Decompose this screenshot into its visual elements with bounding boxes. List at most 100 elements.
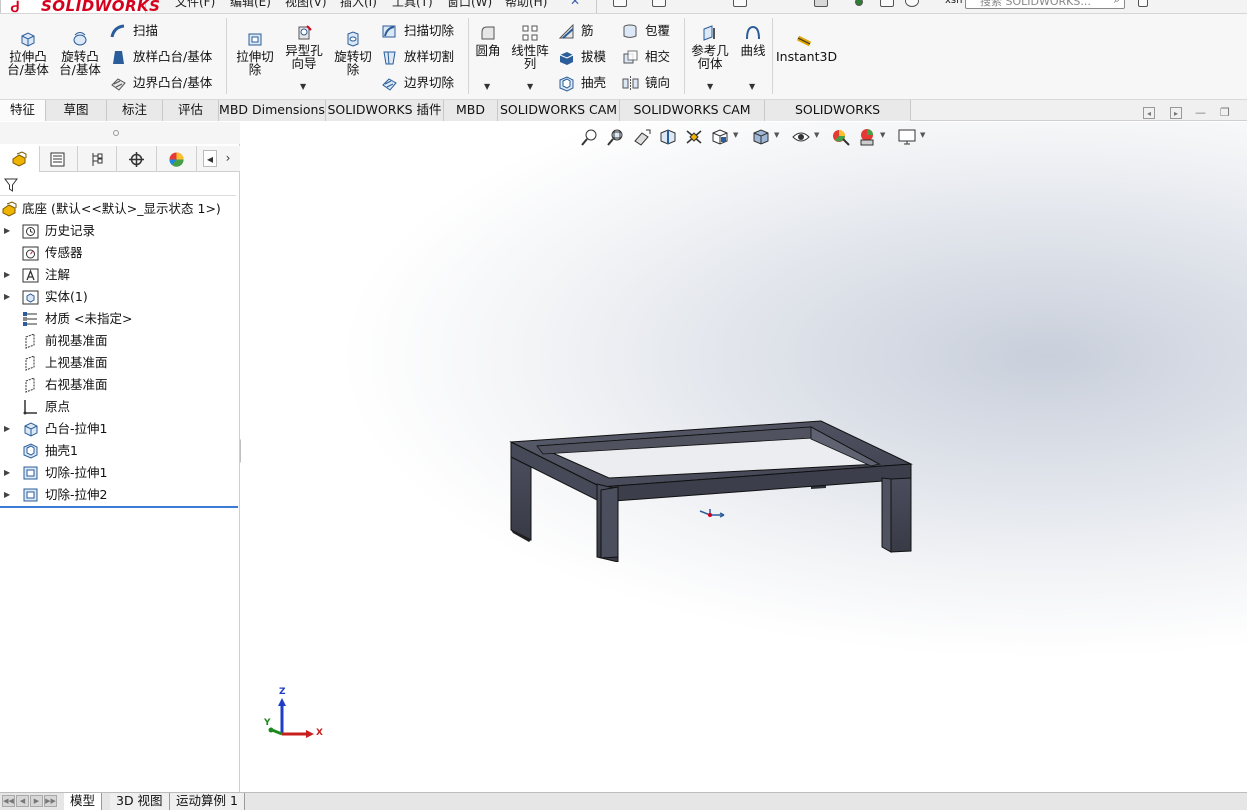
hole-wizard-button[interactable]: 异型孔 向导 [281, 24, 327, 70]
apply-scene-icon[interactable] [857, 127, 877, 147]
extrude-cut-button[interactable]: 拉伸切 除 [233, 30, 277, 76]
zoom-to-area-icon[interactable] [606, 127, 626, 147]
minimize-icon[interactable]: — [1195, 107, 1207, 119]
tab-solidworks-cam-tbm[interactable]: SOLIDWORKS CAM TBM [620, 100, 765, 137]
panel-scroll-right-icon[interactable]: › [221, 150, 235, 167]
linear-pattern-button[interactable]: 线性阵 列 [508, 24, 552, 70]
options-gear-icon[interactable] [905, 0, 919, 7]
view-settings-dropdown-icon[interactable]: ▼ [920, 131, 925, 139]
display-style-dropdown-icon[interactable]: ▼ [774, 131, 779, 139]
instant3d-button[interactable]: Instant3D [776, 30, 837, 63]
loft-boss-button[interactable]: 放样凸台/基体 [110, 48, 212, 66]
tab-solidworks-addins[interactable]: SOLIDWORKS 插件 [326, 100, 444, 121]
expand-arrow-icon[interactable]: ▶ [4, 462, 12, 484]
tab-motion-study-1[interactable]: 运动算例 1 [170, 793, 245, 810]
tab-mbd[interactable]: MBD [444, 100, 498, 121]
panel-grip[interactable] [0, 122, 240, 144]
select-icon[interactable] [814, 0, 828, 7]
rebuild-icon[interactable] [855, 0, 863, 6]
help-icon[interactable] [1138, 0, 1148, 7]
tab-dimxpert-manager[interactable] [117, 146, 157, 172]
reference-geometry-button[interactable]: 参考几 何体 [688, 24, 732, 70]
restore-tile-icon[interactable]: ◂ [1143, 107, 1155, 119]
file-properties-icon[interactable] [880, 0, 894, 7]
search-input[interactable]: 搜索 SOLIDWORKS... ⌕ [965, 0, 1125, 9]
edit-appearance-icon[interactable] [831, 127, 851, 147]
prev-tab-icon[interactable]: ◀ [16, 795, 29, 807]
tree-filter[interactable] [0, 174, 236, 196]
revolve-boss-button[interactable]: 旋转凸 台/基体 [57, 30, 103, 76]
tab-sketch[interactable]: 草图 [46, 100, 107, 121]
menu-insert[interactable]: 插入(I) [340, 0, 377, 10]
tab-configuration-manager[interactable] [77, 146, 117, 172]
extrude-boss-button[interactable]: 拉伸凸 台/基体 [6, 30, 50, 76]
tab-3d-views[interactable]: 3D 视图 [110, 793, 170, 810]
tab-features[interactable]: 特征 [0, 100, 46, 121]
menu-help[interactable]: 帮助(H) [505, 0, 547, 10]
panel-scroll-left-icon[interactable]: ◂ [203, 150, 217, 167]
boundary-cut-button[interactable]: 边界切除 [381, 74, 454, 92]
tab-solidworks-inspection[interactable]: SOLIDWORKS Inspection [765, 100, 911, 137]
next-tab-icon[interactable]: ▶ [30, 795, 43, 807]
menu-window[interactable]: 窗口(W) [447, 0, 492, 10]
fillet-button[interactable]: 圆角 [472, 24, 504, 57]
reference-geometry-dropdown-icon[interactable]: ▼ [707, 82, 713, 91]
view-orientation-dropdown-icon[interactable]: ▼ [733, 131, 738, 139]
tab-property-manager[interactable] [38, 146, 78, 172]
tab-mbd-dimensions[interactable]: MBD Dimensions [219, 100, 326, 121]
zoom-to-fit-icon[interactable] [580, 127, 600, 147]
previous-view-icon[interactable] [632, 127, 652, 147]
first-tab-icon[interactable]: ◀◀ [2, 795, 15, 807]
rib-button[interactable]: 筋 [558, 22, 594, 40]
shell-button[interactable]: 抽壳 [558, 74, 606, 92]
3d-model-base-frame[interactable] [501, 412, 921, 562]
expand-arrow-icon[interactable]: ▶ [4, 286, 12, 308]
lofted-cut-button[interactable]: 放样切割 [381, 48, 454, 66]
curves-button[interactable]: 曲线 [737, 24, 769, 57]
draft-button[interactable]: 拔模 [558, 48, 606, 66]
boundary-boss-button[interactable]: 边界凸台/基体 [110, 74, 212, 92]
wrap-button[interactable]: 包覆 [622, 22, 670, 40]
open-icon[interactable] [652, 0, 666, 7]
menu-view[interactable]: 视图(V) [285, 0, 327, 10]
apply-scene-dropdown-icon[interactable]: ▼ [880, 131, 885, 139]
new-document-icon[interactable] [613, 0, 627, 7]
solidworks-logo[interactable]: Ꮷ SOLIDWORKS [0, 0, 160, 13]
view-orientation-icon[interactable] [710, 127, 730, 147]
view-settings-monitor-icon[interactable] [897, 127, 917, 147]
fillet-dropdown-icon[interactable]: ▼ [484, 82, 490, 91]
last-tab-icon[interactable]: ▶▶ [44, 795, 57, 807]
expand-arrow-icon[interactable]: ▶ [4, 484, 12, 506]
linear-pattern-dropdown-icon[interactable]: ▼ [527, 82, 533, 91]
tab-solidworks-cam[interactable]: SOLIDWORKS CAM [498, 100, 620, 121]
tab-display-manager[interactable] [157, 146, 197, 172]
curves-dropdown-icon[interactable]: ▼ [749, 82, 755, 91]
mirror-button[interactable]: 镜向 [622, 74, 670, 92]
section-view-icon[interactable] [658, 127, 678, 147]
rollback-bar[interactable] [0, 506, 238, 508]
expand-arrow-icon[interactable]: ▶ [4, 264, 12, 286]
print-icon[interactable] [733, 0, 747, 7]
swept-cut-button[interactable]: 扫描切除 [381, 22, 454, 40]
hide-show-items-icon[interactable] [791, 127, 811, 147]
sweep-button[interactable]: 扫描 [110, 22, 158, 40]
menu-edit[interactable]: 编辑(E) [230, 0, 271, 10]
tab-evaluate[interactable]: 评估 [163, 100, 219, 121]
restore-icon[interactable]: ❐ [1220, 107, 1232, 119]
tab-feature-manager[interactable] [0, 146, 40, 172]
display-style-icon[interactable] [751, 127, 771, 147]
tab-model[interactable]: 模型 [64, 793, 103, 810]
menu-tools[interactable]: 工具(T) [392, 0, 433, 10]
revolve-cut-button[interactable]: 旋转切 除 [330, 30, 376, 76]
hide-show-dropdown-icon[interactable]: ▼ [814, 131, 819, 139]
hole-wizard-dropdown-icon[interactable]: ▼ [300, 82, 306, 91]
tile-icon[interactable]: ▸ [1170, 107, 1182, 119]
intersect-button[interactable]: 相交 [622, 48, 670, 66]
tab-markup[interactable]: 标注 [107, 100, 163, 121]
menu-file[interactable]: 文件(F) [175, 0, 215, 10]
expand-arrow-icon[interactable]: ▶ [4, 418, 12, 440]
dynamic-annotation-views-icon[interactable] [684, 127, 704, 147]
pin-icon[interactable]: ✕ [570, 0, 580, 8]
expand-arrow-icon[interactable]: ▶ [4, 220, 12, 242]
search-icon[interactable]: ⌕ [1114, 0, 1120, 7]
